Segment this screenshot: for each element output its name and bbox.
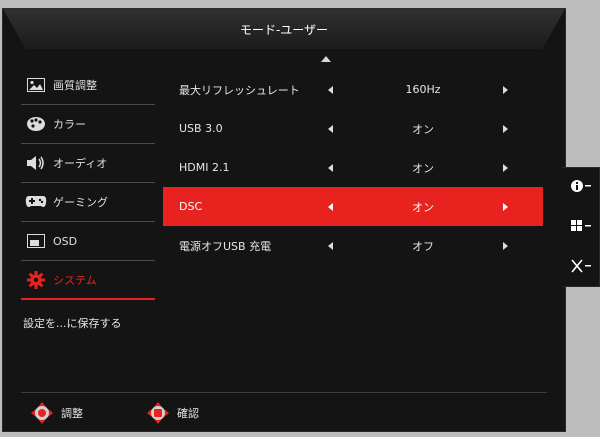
sidebar-item-label: ゲーミング — [53, 196, 108, 209]
joystick-adjust-icon — [31, 402, 53, 424]
decrease-arrow-icon[interactable] — [328, 202, 333, 211]
settings-panel: 最大リフレッシュレート 160Hz USB 3.0 オン HDMI 2.1 オン… — [163, 70, 543, 265]
exit-key[interactable] — [562, 248, 599, 288]
sidebar: 画質調整 カラー オーディオ ゲーミング OSD システム — [21, 66, 155, 300]
setting-row-max-refresh[interactable]: 最大リフレッシュレート 160Hz — [163, 70, 543, 109]
decrease-arrow-icon[interactable] — [328, 85, 333, 94]
sidebar-item-label: システム — [53, 273, 97, 287]
increase-arrow-icon[interactable] — [503, 124, 508, 133]
gamepad-icon — [25, 193, 47, 211]
sidebar-item-picture[interactable]: 画質調整 — [21, 66, 155, 105]
increase-arrow-icon[interactable] — [503, 85, 508, 94]
footer-divider — [21, 392, 547, 393]
increase-arrow-icon[interactable] — [503, 163, 508, 172]
sidebar-item-label: OSD — [53, 234, 78, 248]
setting-label: 最大リフレッシュレート — [179, 83, 300, 97]
joystick-confirm-icon — [147, 402, 169, 424]
sidebar-item-label: カラー — [53, 118, 86, 131]
setting-value: オン — [412, 200, 434, 214]
setting-value: 160Hz — [405, 83, 441, 96]
info-key[interactable] — [562, 168, 599, 208]
scroll-up-icon[interactable] — [321, 56, 331, 62]
sidebar-item-audio[interactable]: オーディオ — [21, 144, 155, 183]
sidebar-item-system[interactable]: システム — [21, 261, 155, 300]
picture-icon — [25, 76, 47, 94]
setting-row-usb30[interactable]: USB 3.0 オン — [163, 109, 543, 148]
sidebar-item-label: 画質調整 — [53, 79, 97, 92]
sidebar-item-label: オーディオ — [53, 157, 108, 170]
sidebar-item-gaming[interactable]: ゲーミング — [21, 183, 155, 222]
hotkey-strip — [562, 167, 600, 287]
setting-value: オフ — [412, 239, 434, 253]
info-icon — [570, 179, 592, 197]
save-settings-button[interactable]: 設定を...に保存する — [23, 315, 122, 331]
decrease-arrow-icon[interactable] — [328, 163, 333, 172]
gear-icon — [25, 270, 47, 289]
increase-arrow-icon[interactable] — [503, 202, 508, 211]
setting-value: オン — [412, 161, 434, 175]
adjust-hint: 調整 — [31, 402, 83, 424]
close-icon — [570, 259, 592, 277]
speaker-icon — [25, 154, 47, 172]
increase-arrow-icon[interactable] — [503, 241, 508, 250]
input-grid-icon — [570, 219, 592, 237]
setting-row-usb-charging[interactable]: 電源オフUSB 充電 オフ — [163, 226, 543, 265]
input-key[interactable] — [562, 208, 599, 248]
adjust-label: 調整 — [61, 407, 83, 420]
osd-window-icon — [25, 232, 47, 250]
setting-value: オン — [412, 122, 434, 136]
setting-label: 電源オフUSB 充電 — [179, 239, 272, 253]
title-bar: モード-ユーザー — [3, 9, 565, 49]
decrease-arrow-icon[interactable] — [328, 124, 333, 133]
setting-label: DSC — [179, 200, 203, 213]
sidebar-item-color[interactable]: カラー — [21, 105, 155, 144]
decrease-arrow-icon[interactable] — [328, 241, 333, 250]
setting-row-hdmi21[interactable]: HDMI 2.1 オン — [163, 148, 543, 187]
confirm-hint: 確認 — [147, 402, 199, 424]
sidebar-item-osd[interactable]: OSD — [21, 222, 155, 261]
setting-label: HDMI 2.1 — [179, 161, 230, 174]
confirm-label: 確認 — [177, 407, 199, 420]
osd-menu: モード-ユーザー 画質調整 カラー オーディオ ゲーミング OSD システム 設… — [2, 8, 566, 432]
palette-icon — [25, 115, 47, 133]
setting-row-dsc[interactable]: DSC オン — [163, 187, 543, 226]
page-title: モード-ユーザー — [239, 22, 329, 37]
setting-label: USB 3.0 — [179, 122, 223, 135]
